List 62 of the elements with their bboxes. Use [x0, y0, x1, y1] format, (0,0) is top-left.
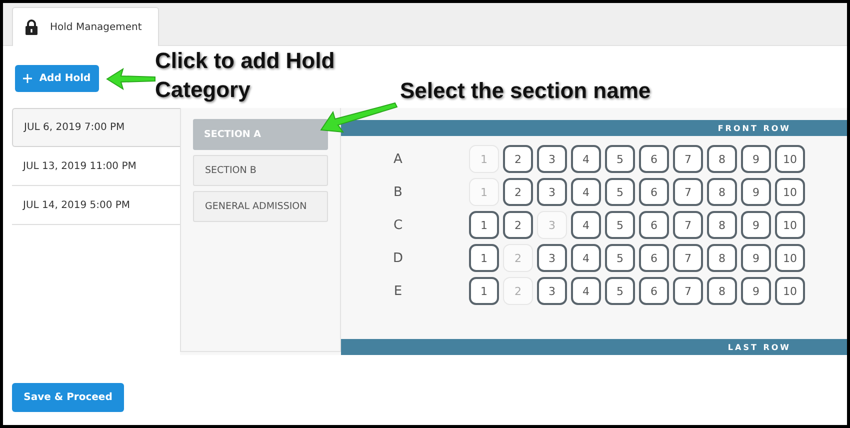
seat[interactable]: 7	[673, 277, 703, 305]
seat[interactable]: 1	[469, 244, 499, 272]
seat[interactable]: 10	[775, 277, 805, 305]
seat[interactable]: 4	[571, 178, 601, 206]
event-date-item[interactable]: JUL 6, 2019 7:00 PM	[12, 108, 180, 147]
seat[interactable]: 7	[673, 145, 703, 173]
seat[interactable]: 3	[537, 244, 567, 272]
seat[interactable]: 5	[605, 244, 635, 272]
last-row-bar: LAST ROW	[341, 339, 847, 355]
seat[interactable]: 4	[571, 277, 601, 305]
front-row-bar: FRONT ROW	[341, 120, 847, 136]
seat[interactable]: 5	[605, 211, 635, 239]
seat[interactable]: 2	[503, 211, 533, 239]
seat[interactable]: 3	[537, 277, 567, 305]
lock-icon	[25, 19, 38, 35]
seat[interactable]: 7	[673, 211, 703, 239]
seat[interactable]: 4	[571, 211, 601, 239]
pointer-arrow	[105, 67, 157, 91]
seat[interactable]: 9	[741, 277, 771, 305]
seat[interactable]: 8	[707, 211, 737, 239]
seat[interactable]: 8	[707, 277, 737, 305]
tab-label: Hold Management	[50, 22, 142, 32]
section-item[interactable]: GENERAL ADMISSION	[193, 191, 328, 222]
seat[interactable]: 3	[537, 145, 567, 173]
seat[interactable]: 8	[707, 178, 737, 206]
seat[interactable]: 3	[537, 178, 567, 206]
seat[interactable]: 2	[503, 145, 533, 173]
seat[interactable]: 1	[469, 277, 499, 305]
row-label: D	[392, 250, 404, 266]
row-label: A	[392, 152, 404, 166]
annotation-text: Select the section name	[400, 77, 651, 105]
seat[interactable]: 6	[639, 244, 669, 272]
seat[interactable]: 5	[605, 178, 635, 206]
seat[interactable]: 10	[775, 145, 805, 173]
tab[interactable]: Hold Management	[12, 7, 159, 46]
row-label: C	[392, 218, 404, 232]
seat[interactable]: 4	[571, 145, 601, 173]
row-label: B	[392, 184, 404, 200]
seat[interactable]: 9	[741, 211, 771, 239]
annotation-text: Click to add Hold Category	[155, 47, 336, 104]
seat[interactable]: 6	[639, 145, 669, 173]
seat[interactable]: 6	[639, 277, 669, 305]
seat[interactable]: 8	[707, 244, 737, 272]
seat[interactable]: 9	[741, 178, 771, 206]
row-label: E	[392, 284, 404, 298]
seat[interactable]: 9	[741, 145, 771, 173]
seat[interactable]: 7	[673, 178, 703, 206]
seat[interactable]: 4	[571, 244, 601, 272]
seat[interactable]: 6	[639, 178, 669, 206]
seat[interactable]: 5	[605, 277, 635, 305]
seat[interactable]: 6	[639, 211, 669, 239]
section-item[interactable]: SECTION B	[193, 155, 328, 186]
seat[interactable]: 1	[469, 211, 499, 239]
plus-icon	[23, 74, 32, 83]
seat[interactable]: 8	[707, 145, 737, 173]
seat[interactable]: 9	[741, 244, 771, 272]
seat[interactable]: 7	[673, 244, 703, 272]
seat[interactable]: 2	[503, 178, 533, 206]
seat[interactable]: 10	[775, 211, 805, 239]
seat[interactable]: 5	[605, 145, 635, 173]
seat[interactable]: 10	[775, 178, 805, 206]
seat[interactable]: 10	[775, 244, 805, 272]
